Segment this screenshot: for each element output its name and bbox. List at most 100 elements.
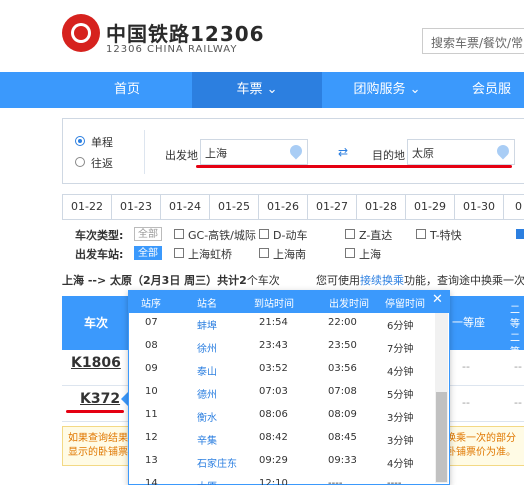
type-t-checkbox[interactable]: [416, 229, 426, 239]
date-tab[interactable]: 01-25: [210, 195, 259, 219]
one-way-label: 单程: [91, 136, 113, 149]
date-tab[interactable]: 0: [504, 195, 524, 219]
site-search-input[interactable]: 搜索车票/餐饮/常: [422, 28, 524, 54]
depart-station-label: 出发车站:: [75, 248, 124, 261]
stop-dep: 22:00: [328, 317, 357, 328]
highlight-underline-route: [196, 165, 512, 168]
first-class-availability: --: [462, 396, 470, 409]
stop-row: 10 德州 07:03 07:08 5分钟: [129, 381, 435, 404]
date-tab[interactable]: 01-22: [63, 195, 112, 219]
stop-no: 10: [145, 386, 158, 397]
to-label: 目的地: [372, 149, 405, 162]
swap-stations-icon[interactable]: ⇄: [338, 146, 352, 158]
stop-no: 08: [145, 340, 158, 351]
station-all-tag[interactable]: 全部: [134, 246, 162, 260]
popup-scroll-thumb[interactable]: [436, 392, 447, 482]
stop-dep: 09:33: [328, 455, 357, 466]
train-type-all-tag[interactable]: 全部: [134, 227, 162, 241]
round-trip-label: 往返: [91, 157, 113, 170]
popup-col-depart: 出发时间: [329, 299, 369, 310]
col-train[interactable]: 车次: [84, 314, 108, 331]
date-tab[interactable]: 01-30: [455, 195, 504, 219]
notice-text-right: 换乘一次的部分 卧铺票价为准。: [446, 432, 516, 460]
type-d-checkbox[interactable]: [259, 229, 269, 239]
from-label: 出发地: [165, 149, 198, 162]
popup-pointer: [121, 392, 128, 406]
station-hongqiao-checkbox[interactable]: [174, 248, 184, 258]
hint-suffix: 功能，查询途中换乘一次: [404, 274, 524, 287]
first-class-availability: --: [462, 360, 470, 373]
train-code-k372[interactable]: K372: [80, 391, 120, 407]
stop-no: 07: [145, 317, 158, 328]
date-strip: 01-22 01-23 01-24 01-25 01-26 01-27 01-2…: [62, 194, 524, 220]
train-count: 2: [239, 274, 247, 287]
type-z-checkbox[interactable]: [345, 229, 355, 239]
nav-member[interactable]: 会员服: [472, 72, 524, 108]
stop-stay: 3分钟: [387, 436, 414, 447]
stop-name: 蚌埠: [197, 321, 217, 332]
stop-row: 09 泰山 03:52 03:56 4分钟: [129, 358, 435, 381]
station-shanghai-checkbox[interactable]: [345, 248, 355, 258]
date-tab[interactable]: 01-28: [357, 195, 406, 219]
one-way-radio[interactable]: [75, 136, 85, 146]
popup-col-arrive: 到站时间: [254, 299, 294, 310]
round-trip-radio[interactable]: [75, 157, 85, 167]
stop-name: 辛集: [197, 436, 217, 447]
main-nav: 首页 车票 ⌄ 团购服务 ⌄ 会员服: [0, 72, 524, 108]
type-t-label: T-特快: [430, 229, 462, 242]
hint-prefix: 您可使用: [316, 274, 360, 287]
train-code-k1806[interactable]: K1806: [71, 355, 121, 371]
brand-subtitle: 12306 CHINA RAILWAY: [106, 44, 238, 55]
second-class-availability: --: [514, 396, 522, 409]
stop-row: 07 蚌埠 21:54 22:00 6分钟: [129, 312, 435, 335]
stop-row: 12 辛集 08:42 08:45 3分钟: [129, 427, 435, 450]
stop-stay: 4分钟: [387, 367, 414, 378]
highlight-underline-train: [66, 410, 124, 413]
stop-dep: 08:45: [328, 432, 357, 443]
transfer-hint: 您可使用接续换乘功能，查询途中换乘一次: [316, 272, 524, 288]
stop-arr: 23:43: [259, 340, 288, 351]
nav-tickets[interactable]: 车票 ⌄: [192, 72, 322, 108]
second-class-availability: --: [514, 360, 522, 373]
notice-right-line2: 卧铺票价为准。: [446, 447, 516, 458]
popup-col-no: 站序: [141, 299, 161, 310]
date-tab[interactable]: 01-24: [161, 195, 210, 219]
type-k-checkbox[interactable]: [516, 229, 524, 239]
stop-arr: 09:29: [259, 455, 288, 466]
transfer-link[interactable]: 接续换乘: [360, 274, 404, 287]
notice-right-line1: 换乘一次的部分: [446, 433, 516, 444]
date-tab[interactable]: 01-26: [259, 195, 308, 219]
stop-dep: 08:09: [328, 409, 357, 420]
stop-arr: 03:52: [259, 363, 288, 374]
stop-arr: 08:06: [259, 409, 288, 420]
station-shanghainan-checkbox[interactable]: [259, 248, 269, 258]
stop-arr: 21:54: [259, 317, 288, 328]
date-tab[interactable]: 01-29: [406, 195, 455, 219]
date-tab[interactable]: 01-27: [308, 195, 357, 219]
stop-dep: ----: [328, 478, 343, 485]
popup-col-stay: 停留时间: [385, 299, 425, 310]
panel-divider: [144, 130, 145, 174]
stop-name: 石家庄东: [197, 459, 237, 470]
route-summary: 上海 --> 太原（2月3日 周三）共计: [62, 274, 240, 287]
type-gc-checkbox[interactable]: [174, 229, 184, 239]
stop-row: 14 太原 12:10 ---- ----: [129, 473, 435, 485]
nav-home[interactable]: 首页: [62, 72, 192, 108]
stop-row: 13 石家庄东 09:29 09:33 4分钟: [129, 450, 435, 473]
stop-name: 衡水: [197, 413, 217, 424]
close-icon[interactable]: ✕: [432, 292, 443, 307]
stop-stay: 4分钟: [387, 459, 414, 470]
col-second-line1: 二等: [510, 305, 520, 330]
stop-dep: 07:08: [328, 386, 357, 397]
nav-group-service[interactable]: 团购服务 ⌄: [322, 72, 452, 108]
type-z-label: Z-直达: [359, 229, 393, 242]
stop-arr: 07:03: [259, 386, 288, 397]
col-first-class: 一等座: [452, 316, 485, 329]
result-summary: 上海 --> 太原（2月3日 周三）共计2个车次: [62, 272, 280, 288]
date-tab[interactable]: 01-23: [112, 195, 161, 219]
stop-name: 德州: [197, 390, 217, 401]
stop-stay: 6分钟: [387, 321, 414, 332]
brand-title[interactable]: 中国铁路12306: [106, 18, 265, 47]
stop-no: 11: [145, 409, 158, 420]
stop-row: 11 衡水 08:06 08:09 3分钟: [129, 404, 435, 427]
